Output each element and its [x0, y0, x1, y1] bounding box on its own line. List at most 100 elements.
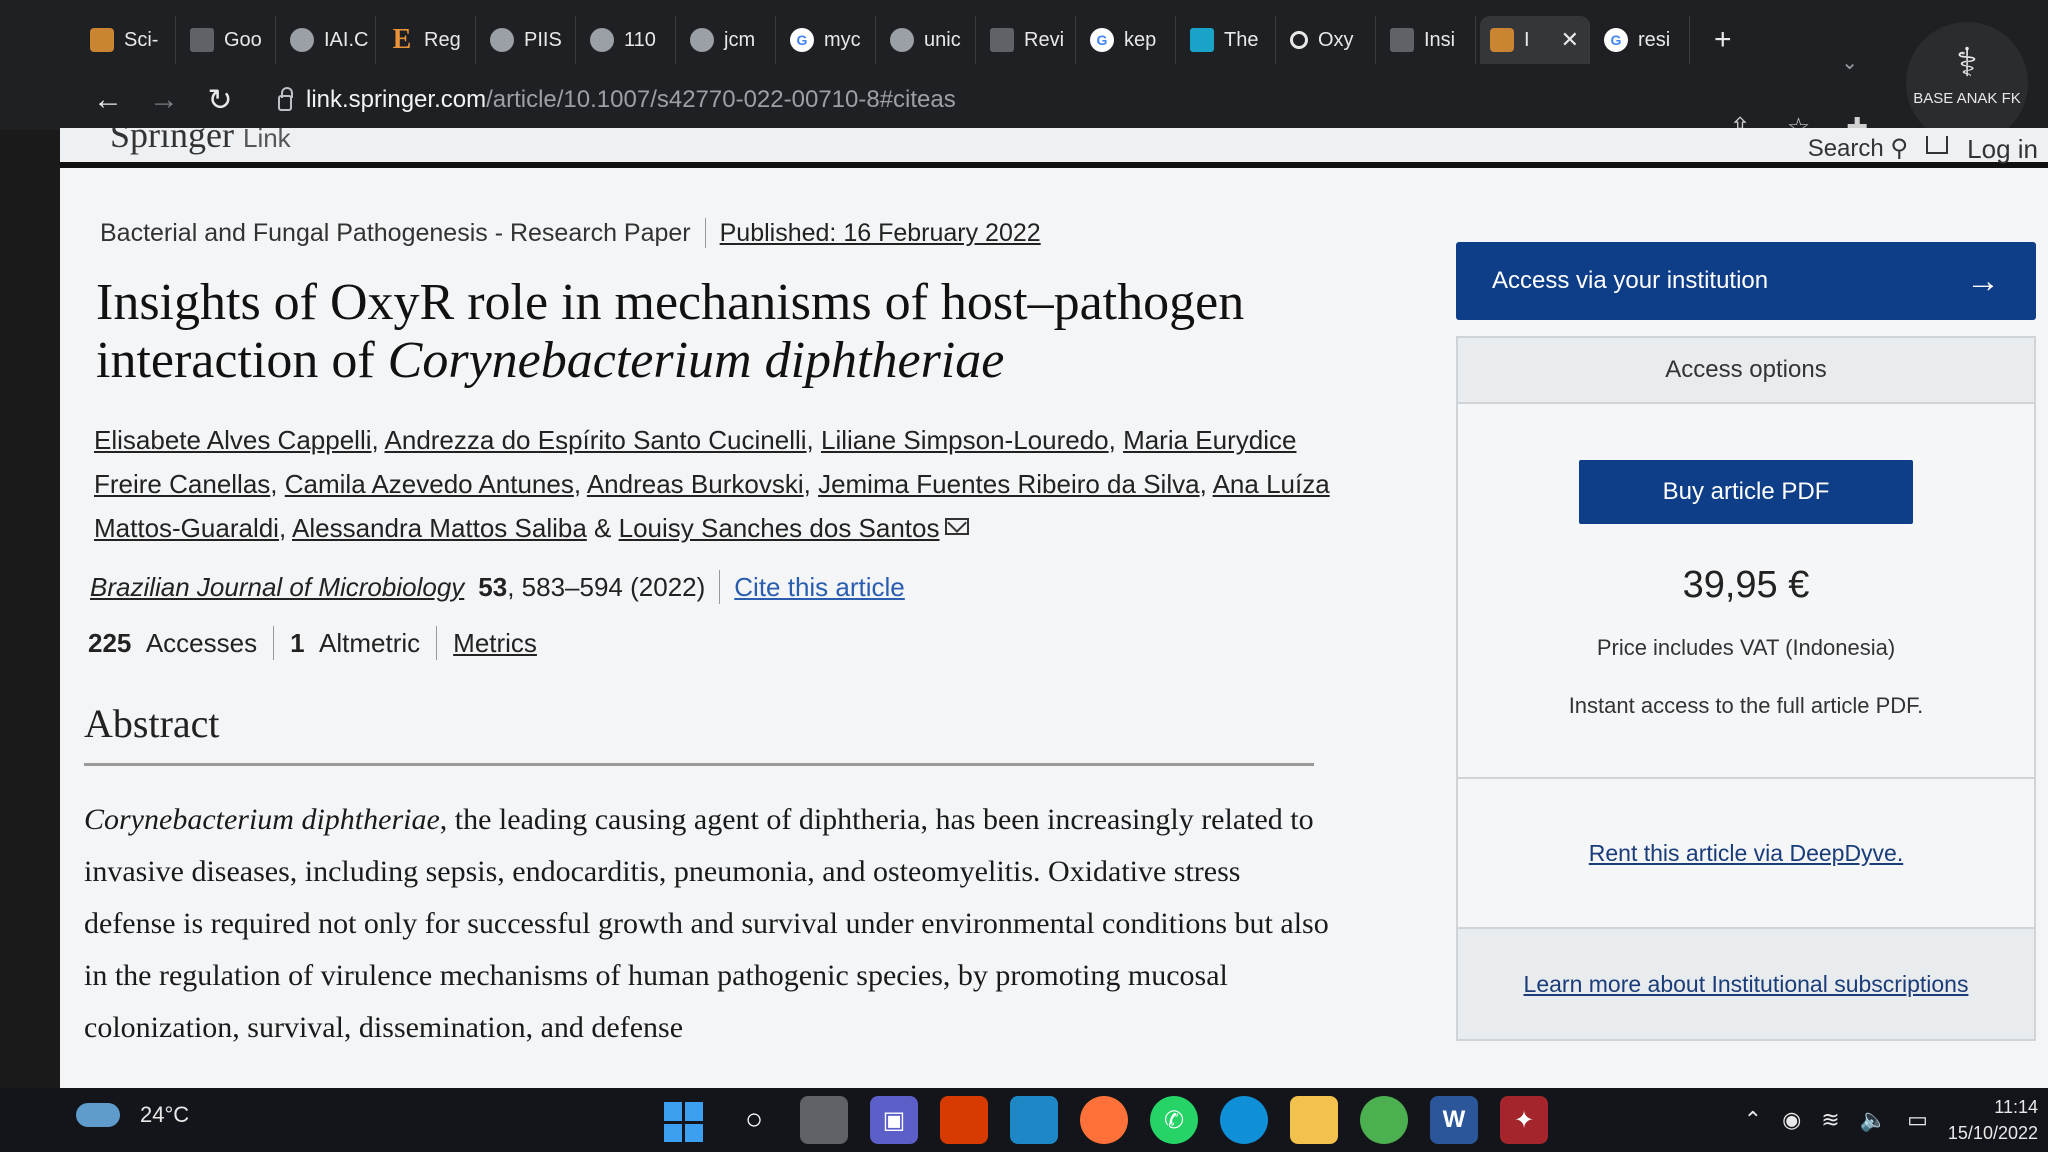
browser-tab[interactable]: Gmyc [780, 16, 876, 64]
globe-icon [590, 28, 614, 52]
volume: 53 [478, 571, 508, 602]
article-title: Insights of OxyR role in mechanisms of h… [96, 274, 1346, 390]
start-windows-icon[interactable] [660, 1096, 708, 1144]
accesses-count: 225 [88, 627, 132, 658]
author-link[interactable]: Alessandra Mattos Saliba [292, 513, 587, 543]
extension-badge-label: BASE ANAK FK [1913, 90, 2021, 107]
vat-note: Price includes VAT (Indonesia) [1596, 635, 1896, 660]
taskbar-apps: ○ ▣ ✆ W ✦ [660, 1096, 1548, 1144]
chevron-up-icon[interactable]: ⌃ [1744, 1107, 1762, 1133]
article-main: Bacterial and Fungal Pathogenesis - Rese… [84, 218, 1364, 1054]
url-path: /article/10.1007/s42770-022-00710-8#cite… [486, 86, 956, 113]
browser-tab[interactable]: Insi [1380, 16, 1476, 64]
springer-link-logo[interactable]: Springer Link [110, 128, 291, 156]
back-arrow-icon[interactable]: ← [80, 83, 136, 117]
access-institution-button[interactable]: Access via your institution → [1456, 242, 2036, 320]
tab-label: Oxy [1318, 28, 1354, 51]
office-icon[interactable] [940, 1096, 988, 1144]
abstract-body: , the leading causing agent of diphtheri… [84, 803, 1329, 1044]
edge-icon[interactable] [1220, 1096, 1268, 1144]
new-tab-button[interactable]: + [1714, 23, 1732, 57]
battery-icon[interactable]: ▭ [1907, 1107, 1928, 1133]
task-view-icon[interactable] [800, 1096, 848, 1144]
browser-tab[interactable]: Gresi [1594, 16, 1690, 64]
browser-tab[interactable]: 110 [580, 16, 676, 64]
author-link[interactable]: Elisabete Alves Cappelli [94, 425, 372, 455]
author-link[interactable]: Andreas Burkovski [587, 469, 804, 499]
address-bar[interactable]: link.springer.com/article/10.1007/s42770… [278, 77, 1778, 123]
browser-tab[interactable]: I ✕ [1480, 16, 1590, 64]
meeting-app-icon[interactable]: ✦ [1500, 1096, 1548, 1144]
author-link[interactable]: Louisy Sanches dos Santos [619, 513, 940, 543]
article-category: Bacterial and Fungal Pathogenesis - Rese… [100, 218, 691, 247]
email-envelope-icon[interactable] [945, 518, 970, 535]
browser-tab[interactable]: IAI.C [280, 16, 376, 64]
close-tab-icon[interactable]: ✕ [1561, 27, 1579, 53]
browser-tab[interactable]: Goo [180, 16, 276, 64]
browser-tab[interactable]: unic [880, 16, 976, 64]
system-tray: ⌃ ◉ ≋ 🔈 ▭ 11:14 15/10/2022 [1744, 1094, 2038, 1146]
browser-tab[interactable]: Gkep [1080, 16, 1176, 64]
cart-icon[interactable] [1926, 136, 1948, 154]
sci-hub-icon [90, 28, 114, 52]
metrics-link[interactable]: Metrics [453, 628, 537, 659]
word-icon[interactable]: W [1430, 1096, 1478, 1144]
cite-article-link[interactable]: Cite this article [734, 572, 905, 603]
site-header: Springer Link Search ⚲ Log in [60, 128, 2048, 168]
globe-icon [690, 28, 714, 52]
access-institution-label: Access via your institution [1492, 267, 1769, 294]
author-link[interactable]: Liliane Simpson-Louredo [821, 425, 1109, 455]
google-icon: G [1604, 28, 1628, 52]
tab-label: PIIS [524, 28, 562, 51]
browser-tab[interactable]: E Reg [380, 16, 476, 64]
pages-year: , 583–594 (2022) [507, 571, 706, 602]
login-link[interactable]: Log in [1967, 134, 2038, 165]
tab-label: Revi [1024, 28, 1065, 51]
forward-arrow-icon[interactable]: → [136, 83, 192, 117]
file-explorer-icon[interactable] [1290, 1096, 1338, 1144]
author-link[interactable]: Camila Azevedo Antunes [285, 469, 574, 499]
author-link[interactable]: Jemima Fuentes Ribeiro da Silva [818, 469, 1200, 499]
whatsapp-icon[interactable]: ✆ [1150, 1096, 1198, 1144]
firefox-icon[interactable] [1080, 1096, 1128, 1144]
browser-tab[interactable]: jcm [680, 16, 776, 64]
rent-deepdyve-link[interactable]: Rent this article via DeepDyve. [1589, 840, 1903, 867]
network-icon[interactable]: ◉ [1782, 1107, 1801, 1133]
article-meta: Bacterial and Fungal Pathogenesis - Rese… [84, 218, 1364, 248]
browser-tab[interactable]: Oxy [1280, 16, 1376, 64]
globe-icon [290, 28, 314, 52]
citation-line: Brazilian Journal of Microbiology 53, 58… [90, 570, 1364, 604]
desktop-icon[interactable] [1010, 1096, 1058, 1144]
circle-icon [1290, 31, 1308, 49]
elsevier-icon: E [392, 24, 412, 55]
browser-chrome: Sci- Goo IAI.C E Reg PIIS 110 jcm Gmyc unic Revi Gk… [0, 0, 2048, 144]
browser-tab[interactable]: Sci- [80, 16, 176, 64]
browser-tab[interactable]: Revi [980, 16, 1076, 64]
volume-icon[interactable]: 🔈 [1860, 1107, 1887, 1133]
published-date-link[interactable]: Published: 16 February 2022 [720, 219, 1041, 248]
author-list: Elisabete Alves Cappelli, Andrezza do Es… [94, 425, 1330, 543]
weather-widget[interactable]: 24°C [76, 1102, 189, 1128]
extension-badge[interactable]: ⚕ BASE ANAK FK [1906, 22, 2028, 144]
windows-taskbar: 24°C ○ ▣ ✆ W ✦ ⌃ ◉ ≋ 🔈 ▭ 11:14 15/10/202… [0, 1088, 2048, 1152]
tab-label: Insi [1424, 28, 1456, 51]
doc-icon [990, 28, 1014, 52]
article-metrics: 225 Accesses 1 Altmetric Metrics [88, 626, 1364, 660]
altmetric-label: Altmetric [319, 627, 421, 658]
access-options-heading: Access options [1458, 338, 2034, 404]
chrome-icon[interactable] [1360, 1096, 1408, 1144]
institutional-subscriptions-link[interactable]: Learn more about Institutional subscript… [1524, 971, 1969, 998]
journal-link[interactable]: Brazilian Journal of Microbiology [90, 572, 464, 603]
reload-icon[interactable]: ↻ [192, 83, 248, 118]
brand-suffix: Link [242, 128, 291, 153]
search-icon[interactable]: ○ [730, 1096, 778, 1144]
author-link[interactable]: Andrezza do Espírito Santo Cucinelli [385, 425, 807, 455]
browser-tab[interactable]: The [1180, 16, 1276, 64]
wifi-icon[interactable]: ≋ [1821, 1107, 1839, 1133]
doc-icon [1390, 28, 1414, 52]
header-search-link[interactable]: Search ⚲ [1808, 134, 1908, 163]
clock[interactable]: 11:14 15/10/2022 [1948, 1094, 2038, 1146]
buy-pdf-button[interactable]: Buy article PDF [1579, 460, 1913, 524]
browser-tab[interactable]: PIIS [480, 16, 576, 64]
teams-chat-icon[interactable]: ▣ [870, 1096, 918, 1144]
